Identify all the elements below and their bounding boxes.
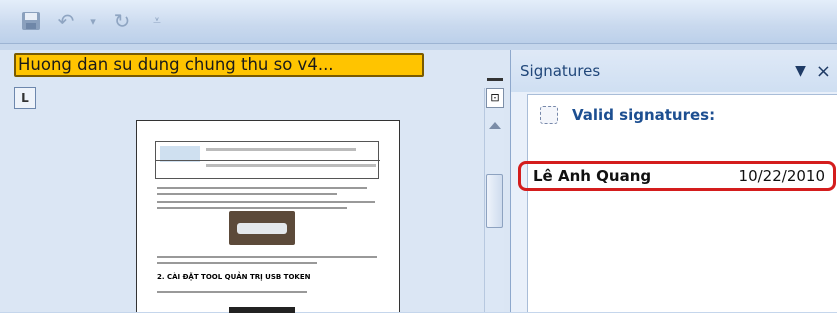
valid-signatures-label: Valid signatures: (572, 106, 716, 124)
signer-name: Lê Anh Quang (533, 167, 652, 185)
signatures-pane-header: Signatures ▼ × (511, 50, 837, 92)
pane-options-icon[interactable]: ▼ (795, 63, 806, 79)
signature-icon (540, 106, 558, 124)
customize-icon[interactable]: ⩡ (150, 10, 164, 32)
valid-signatures-group[interactable]: Valid signatures: (528, 95, 837, 135)
signatures-pane: Signatures ▼ × Valid signatures: Lê Anh … (510, 50, 837, 312)
view-ruler-icon[interactable]: ⊡ (486, 88, 504, 108)
redo-icon[interactable]: ↻ (112, 9, 132, 33)
signature-date: 10/22/2010 (738, 167, 825, 185)
ruler-toggle-button[interactable]: L (14, 87, 36, 109)
save-icon[interactable] (20, 10, 42, 32)
section-heading: 2. CÀI ĐẶT TOOL QUẢN TRỊ USB TOKEN (157, 273, 311, 281)
document-page: 2. CÀI ĐẶT TOOL QUẢN TRỊ USB TOKEN (137, 120, 399, 313)
close-pane-icon[interactable]: × (816, 61, 831, 82)
quick-access-toolbar: ↶ ▾ ↻ ⩡ (0, 0, 837, 44)
usb-token-image (229, 211, 295, 245)
undo-dropdown-icon[interactable]: ▾ (86, 10, 100, 32)
split-handle[interactable] (487, 78, 503, 81)
page-header-table (155, 141, 380, 179)
scroll-thumb[interactable] (486, 174, 503, 228)
undo-icon[interactable]: ↶ (56, 9, 76, 33)
signatures-list: Valid signatures: Lê Anh Quang 10/22/201… (518, 94, 837, 312)
document-title: Huong dan su dung chung thu so v4... (14, 53, 424, 77)
signatures-pane-title: Signatures (520, 62, 601, 80)
page-image (229, 307, 295, 313)
scroll-up-icon[interactable] (489, 122, 501, 129)
signature-row[interactable]: Lê Anh Quang 10/22/2010 (518, 161, 836, 191)
vertical-scrollbar[interactable]: ⊡ (484, 88, 504, 312)
